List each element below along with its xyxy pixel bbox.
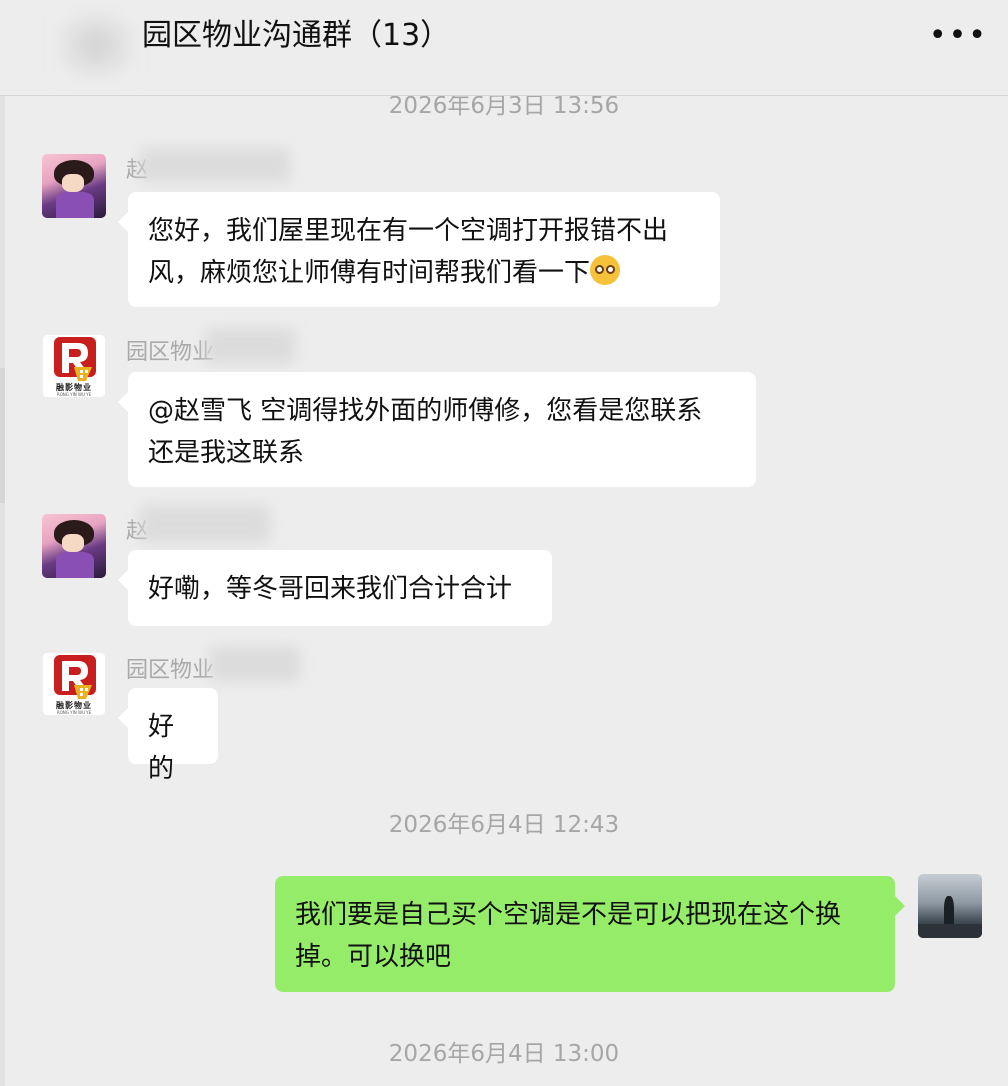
message-bubble[interactable]: @赵雪飞 空调得找外面的师傅修，您看是您联系 还是我这联系: [118, 372, 756, 487]
chat-header: 园区物业沟通群（13） •••: [0, 0, 1008, 96]
message-bubble[interactable]: 好的: [118, 688, 218, 784]
pleading-face-emoji: [590, 255, 621, 285]
logo-subtext: RONG YIN WU YE: [56, 710, 92, 715]
avatar[interactable]: 融影物业 RONG YIN WU YE: [42, 652, 106, 716]
left-edge: [0, 96, 5, 1086]
property-logo-icon: [54, 337, 96, 381]
message-text: 好嘞，等冬哥回来我们合计合计: [148, 574, 513, 604]
sender-name-redaction: [140, 505, 270, 543]
message-text: 风，麻烦您让师傅有时间帮我们看一下: [148, 258, 591, 288]
message-text: 您好，我们屋里现在有一个空调打开报错不出: [148, 216, 669, 246]
property-logo-icon: [54, 655, 96, 699]
sender-name-redaction: [210, 646, 300, 682]
message-text: 还是我这联系: [148, 438, 305, 468]
sender-name: 园区物业: [126, 658, 215, 683]
back-button[interactable]: [56, 10, 136, 80]
left-edge-marker: [0, 368, 5, 503]
avatar[interactable]: 融影物业 RONG YIN WU YE: [42, 334, 106, 398]
message-bubble[interactable]: 好嘞，等冬哥回来我们合计合计: [118, 550, 552, 626]
message-text: 掉。可以换吧: [295, 942, 452, 972]
logo-text: 融影物业: [56, 383, 92, 392]
timestamp: 2026年6月4日 13:00: [388, 1041, 620, 1067]
sender-name-redaction: [140, 148, 290, 182]
timestamp: 2026年6月4日 12:43: [388, 812, 620, 838]
message-bubble[interactable]: 您好，我们屋里现在有一个空调打开报错不出 风，麻烦您让师傅有时间帮我们看一下: [118, 192, 720, 307]
message-text: @赵雪飞 空调得找外面的师傅修，您看是您联系: [148, 396, 703, 426]
avatar-self[interactable]: [918, 874, 982, 938]
avatar[interactable]: [42, 154, 106, 218]
message-bubble-outgoing[interactable]: 我们要是自己买个空调是不是可以把现在这个换 掉。可以换吧: [275, 876, 905, 992]
avatar[interactable]: [42, 514, 106, 578]
more-options-icon[interactable]: •••: [929, 16, 988, 56]
logo-subtext: RONG YIN WU YE: [56, 392, 92, 397]
logo-text: 融影物业: [56, 701, 92, 710]
message-text: 我们要是自己买个空调是不是可以把现在这个换: [295, 900, 842, 930]
message-text: 好的: [148, 712, 175, 784]
sender-name: 园区物业: [126, 340, 215, 365]
chat-title: 园区物业沟通群（13）: [142, 18, 451, 53]
sender-name-redaction: [205, 328, 295, 364]
